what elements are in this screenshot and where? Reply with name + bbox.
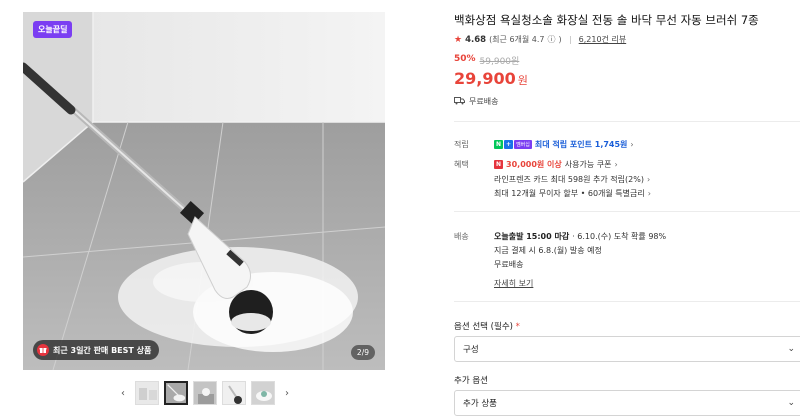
- today-shipping-deadline: 오늘출발 15:00 마감: [494, 232, 570, 241]
- card-benefit-text: 라인프렌즈 카드 최대 598원 추가 적립(2%): [494, 175, 644, 184]
- points-label: 적립: [454, 140, 469, 149]
- chevron-down-icon: ⌄: [787, 344, 795, 354]
- best-seller-banner: 최근 3일간 판매 BEST 상품: [33, 340, 160, 360]
- delivery-fee-text: 무료배송: [494, 260, 524, 269]
- deal-badge: 오늘끝딜: [33, 21, 73, 38]
- coupon-text: 사용가능 쿠폰: [564, 160, 612, 169]
- best-seller-text: 최근 3일간 판매 BEST 상품: [53, 345, 152, 355]
- review-count-link[interactable]: 6,210건 리뷰: [579, 34, 627, 45]
- product-title: 백화상점 욕실청소솔 화장실 전동 솔 바닥 무선 자동 브러쉬 7종: [454, 13, 759, 27]
- dispatch-text: 지금 결제 시 6.8.(월) 발송 예정: [494, 246, 602, 255]
- sale-price-unit: 원: [517, 74, 528, 87]
- shipping-summary: 무료배송: [454, 96, 498, 107]
- discount-row: 50% 59,900원: [454, 54, 519, 67]
- chevron-right-icon: ›: [647, 189, 651, 198]
- truck-icon: [454, 96, 465, 107]
- coupon-row[interactable]: N 30,000원 이상 사용가능 쿠폰 ›: [494, 159, 618, 170]
- today-shipping-row: 오늘출발 15:00 마감 · 6.10.(수) 도착 확률 98%: [494, 231, 666, 242]
- chevron-down-icon: ⌄: [787, 398, 795, 408]
- info-icon[interactable]: ⓘ: [548, 34, 556, 45]
- divider: [454, 211, 800, 212]
- thumbnail-1[interactable]: [135, 381, 159, 405]
- shipping-free-text: 무료배송: [469, 97, 499, 106]
- max-points-link[interactable]: 최대 적립 포인트 1,745원: [535, 139, 628, 150]
- delivery-fee-row: 무료배송: [494, 259, 523, 270]
- extra-option-dropdown[interactable]: 추가 상품 ⌄: [454, 390, 800, 416]
- rating-summary: ★ 4.68 (최근 6개월 4.7 ⓘ ) 6,210건 리뷰: [454, 34, 626, 45]
- card-benefit-row[interactable]: 라인프렌즈 카드 최대 598원 추가 적립(2%) ›: [494, 174, 650, 185]
- divider: [454, 121, 800, 122]
- rating-recent-end: ): [558, 35, 562, 44]
- star-icon: ★: [454, 34, 463, 45]
- option-select-label: 옵션 선택 (필수) *: [454, 322, 520, 332]
- thumbnail-4[interactable]: [222, 381, 246, 405]
- benefits-label: 혜택: [454, 160, 469, 169]
- option-select-value: 구성: [463, 345, 479, 355]
- npay-membership-icon: N + 멤버십: [494, 140, 532, 149]
- image-page-counter: 2/9: [350, 345, 375, 360]
- chevron-right-icon: ›: [646, 175, 651, 184]
- divider: [569, 35, 571, 44]
- extra-option-value: 추가 상품: [463, 399, 497, 409]
- thumbnail-strip: ‹ ›: [116, 381, 294, 405]
- chevron-right-icon: ›: [285, 387, 289, 399]
- sale-price-value: 29,900: [454, 69, 516, 88]
- original-price: 59,900원: [479, 57, 520, 67]
- chevron-right-icon: ›: [614, 160, 618, 169]
- delivery-detail-link[interactable]: 자세히 보기: [494, 278, 533, 289]
- coupon-icon: N: [494, 160, 504, 169]
- chevron-left-icon: ‹: [121, 387, 125, 399]
- extra-option-label: 추가 옵션: [454, 376, 488, 386]
- product-info-panel: 백화상점 욕실청소솔 화장실 전동 솔 바닥 무선 자동 브러쉬 7종 ★ 4.…: [454, 0, 800, 416]
- divider: [454, 301, 800, 302]
- coupon-amount: 30,000원 이상: [506, 160, 562, 169]
- product-photo: [23, 12, 385, 370]
- installment-row[interactable]: 최대 12개월 무이자 할부 • 60개월 특별금리 ›: [494, 188, 651, 199]
- thumbnail-3[interactable]: [193, 381, 217, 405]
- thumbnail-5[interactable]: [251, 381, 275, 405]
- thumbnail-2[interactable]: [164, 381, 188, 405]
- product-gallery: 오늘끝딜 최근 3일간 판매 BEST 상품 2/9 ‹ ›: [0, 0, 412, 416]
- chevron-right-icon: ›: [630, 140, 634, 149]
- arrival-estimate: · 6.10.(수) 도착 확률 98%: [572, 232, 667, 241]
- installment-text: 최대 12개월 무이자 할부 • 60개월 특별금리: [494, 189, 645, 198]
- main-product-image[interactable]: 오늘끝딜 최근 3일간 판매 BEST 상품 2/9: [23, 12, 385, 370]
- option-select-dropdown[interactable]: 구성 ⌄: [454, 336, 800, 362]
- discount-percent: 50%: [454, 54, 476, 64]
- rating-recent: (최근 6개월 4.7: [489, 35, 545, 44]
- thumbnail-prev-button[interactable]: ‹: [116, 381, 130, 405]
- dispatch-row: 지금 결제 시 6.8.(월) 발송 예정: [494, 245, 602, 256]
- rating-score: 4.68: [465, 34, 487, 45]
- points-row[interactable]: N + 멤버십 최대 적립 포인트 1,745원 ›: [494, 139, 634, 150]
- gift-icon: [37, 344, 49, 356]
- delivery-label: 배송: [454, 232, 469, 241]
- thumbnail-next-button[interactable]: ›: [280, 381, 294, 405]
- required-mark: *: [515, 322, 520, 332]
- sale-price: 29,900 원: [454, 69, 528, 88]
